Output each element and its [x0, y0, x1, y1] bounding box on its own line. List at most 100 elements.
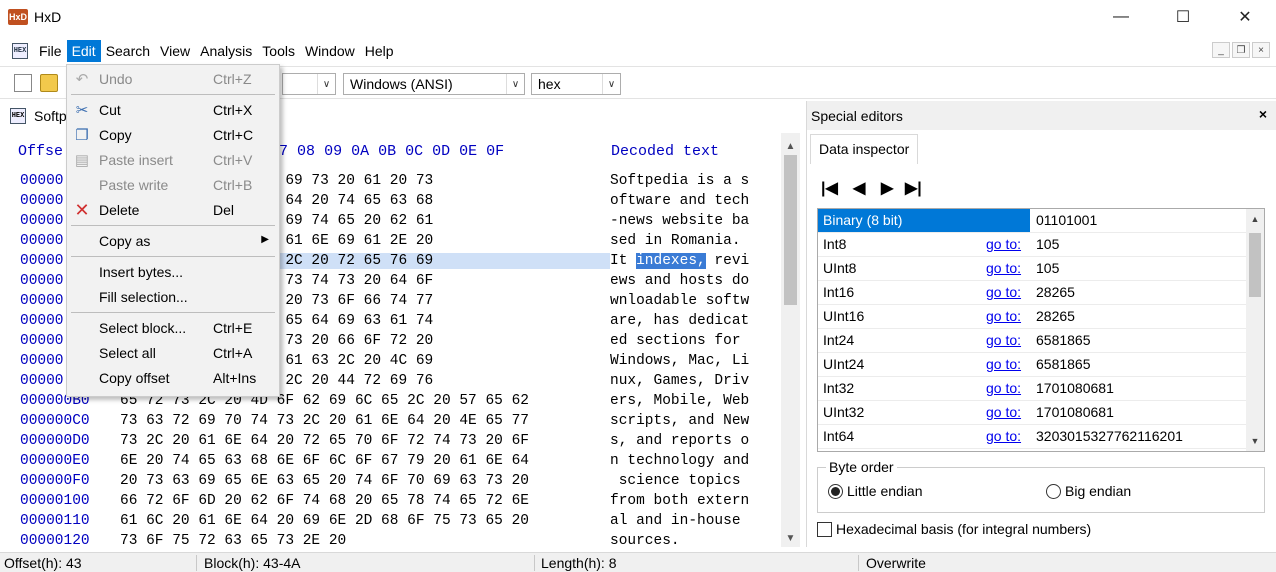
inspector-value[interactable]: 28265 [1036, 308, 1075, 324]
new-file-icon[interactable] [14, 74, 32, 92]
scrollbar-thumb[interactable] [1249, 233, 1261, 297]
row-decoded-text[interactable]: ews and hosts do [610, 273, 749, 289]
document-tab[interactable]: HEX Softp [0, 104, 67, 128]
row-decoded-text[interactable]: n technology and [610, 453, 749, 469]
menu-analysis[interactable]: Analysis [195, 40, 257, 62]
hex-row[interactable]: 000000D0 73 2C 20 61 6E 64 20 72 65 70 6F… [20, 433, 749, 453]
menu-item-cut[interactable]: ✂ Cut Ctrl+X [67, 98, 279, 123]
inspector-value[interactable]: 1701080681 [1036, 380, 1114, 396]
row-decoded-text[interactable]: Windows, Mac, Li [610, 353, 749, 369]
grid-scrollbar[interactable]: ▲ ▼ [1246, 209, 1264, 451]
hex-vertical-scrollbar[interactable]: ▲ ▼ [781, 133, 800, 547]
row-decoded-text[interactable]: science topics [610, 473, 749, 489]
row-bytes[interactable]: 73 63 72 69 70 74 73 2C 20 61 6E 64 20 4… [120, 413, 610, 429]
menu-edit[interactable]: Edit [66, 40, 101, 62]
inspector-value[interactable]: 6581865 [1036, 332, 1091, 348]
menu-item-paste-write[interactable]: Paste write Ctrl+B [67, 173, 279, 198]
offset-base-dropdown[interactable]: hex ∨ [531, 73, 621, 95]
inspector-value[interactable]: 3203015327762116201 [1036, 428, 1183, 444]
hex-row[interactable]: 000000F0 20 73 63 69 65 6E 63 65 20 74 6F… [20, 473, 749, 493]
first-icon[interactable]: |◀ [821, 178, 838, 198]
document-icon[interactable]: HEX [12, 43, 28, 59]
mdi-minimize-button[interactable]: _ [1212, 42, 1230, 58]
menu-item-copy[interactable]: ❐ Copy Ctrl+C [67, 123, 279, 148]
inspector-value[interactable]: 28265 [1036, 284, 1075, 300]
row-decoded-text[interactable]: ers, Mobile, Web [610, 393, 749, 409]
inspector-row[interactable]: Int24 go to: 6581865 [818, 329, 1247, 353]
menu-item-delete[interactable]: ✕ Delete Del [67, 198, 279, 223]
minimize-button[interactable]: — [1090, 0, 1152, 33]
inspector-value[interactable]: 01101001 [1036, 212, 1097, 228]
mdi-restore-button[interactable]: ❐ [1232, 42, 1250, 58]
inspector-row[interactable]: Int8 go to: 105 [818, 233, 1247, 257]
row-decoded-text[interactable]: from both extern [610, 493, 749, 509]
row-decoded-text[interactable]: It indexes, revi [610, 253, 749, 269]
row-decoded-text[interactable]: are, has dedicat [610, 313, 749, 329]
hex-row[interactable]: 000000C0 73 63 72 69 70 74 73 2C 20 61 6E… [20, 413, 749, 433]
menu-item-select-all[interactable]: Select all Ctrl+A [67, 341, 279, 366]
goto-link[interactable]: go to: [986, 236, 1021, 252]
scroll-up-icon[interactable]: ▲ [1246, 211, 1264, 227]
row-bytes[interactable]: 20 73 63 69 65 6E 63 65 20 74 6F 70 69 6… [120, 473, 610, 489]
menu-help[interactable]: Help [360, 40, 399, 62]
menu-window[interactable]: Window [300, 40, 360, 62]
big-endian-radio[interactable]: Big endian [1046, 483, 1131, 499]
inspector-value[interactable]: 6581865 [1036, 356, 1091, 372]
scroll-down-icon[interactable]: ▼ [781, 529, 800, 547]
hex-row[interactable]: 000000E0 6E 20 74 65 63 68 6E 6F 6C 6F 67… [20, 453, 749, 473]
inspector-row[interactable]: UInt16 go to: 28265 [818, 305, 1247, 329]
open-folder-icon[interactable] [40, 74, 58, 92]
last-icon[interactable]: ▶| [905, 178, 922, 198]
scroll-down-icon[interactable]: ▼ [1246, 433, 1264, 449]
bytes-per-row-dropdown[interactable]: ∨ [282, 73, 336, 95]
row-bytes[interactable]: 61 6C 20 61 6E 64 20 69 6E 2D 68 6F 75 7… [120, 513, 610, 529]
inspector-row[interactable]: Int16 go to: 28265 [818, 281, 1247, 305]
tab-data-inspector[interactable]: Data inspector [810, 134, 919, 164]
menu-item-paste-insert[interactable]: ▤ Paste insert Ctrl+V [67, 148, 279, 173]
inspector-value[interactable]: 105 [1036, 260, 1059, 276]
next-icon[interactable]: ▶ [881, 178, 893, 198]
row-decoded-text[interactable]: al and in-house [610, 513, 749, 529]
row-decoded-text[interactable]: nux, Games, Driv [610, 373, 749, 389]
panel-close-button[interactable]: × [1259, 106, 1267, 122]
menu-item-undo[interactable]: ↶ Undo Ctrl+Z [67, 67, 279, 92]
inspector-value[interactable]: 1701080681 [1036, 404, 1114, 420]
row-bytes[interactable]: 73 2C 20 61 6E 64 20 72 65 70 6F 72 74 7… [120, 433, 610, 449]
menu-item-copy-as[interactable]: Copy as ▶ [67, 229, 279, 254]
hex-row[interactable]: 00000120 73 6F 75 72 63 65 73 2E 20 source… [20, 533, 680, 553]
row-bytes[interactable]: 6E 20 74 65 63 68 6E 6F 6C 6F 67 79 20 6… [120, 453, 610, 469]
inspector-row[interactable]: Binary (8 bit) 01101001 [818, 209, 1247, 233]
hex-row[interactable]: 00000110 61 6C 20 61 6E 64 20 69 6E 2D 68… [20, 513, 749, 533]
scroll-up-icon[interactable]: ▲ [781, 137, 800, 155]
mdi-close-button[interactable]: × [1252, 42, 1270, 58]
goto-link[interactable]: go to: [986, 380, 1021, 396]
menu-file[interactable]: File [34, 40, 67, 62]
row-decoded-text[interactable]: sources. [610, 533, 680, 549]
goto-link[interactable]: go to: [986, 356, 1021, 372]
little-endian-radio[interactable]: Little endian [828, 483, 923, 499]
row-decoded-text[interactable]: oftware and tech [610, 193, 749, 209]
menu-item-select-block[interactable]: Select block... Ctrl+E [67, 316, 279, 341]
inspector-row[interactable]: UInt32 go to: 1701080681 [818, 401, 1247, 425]
row-decoded-text[interactable]: sed in Romania. [610, 233, 749, 249]
goto-link[interactable]: go to: [986, 260, 1021, 276]
goto-link[interactable]: go to: [986, 428, 1021, 444]
row-decoded-text[interactable]: ed sections for [610, 333, 749, 349]
menu-item-copy-offset[interactable]: Copy offset Alt+Ins [67, 366, 279, 391]
menu-tools[interactable]: Tools [257, 40, 300, 62]
maximize-button[interactable]: ☐ [1152, 0, 1214, 33]
inspector-value[interactable]: 105 [1036, 236, 1059, 252]
charset-dropdown[interactable]: Windows (ANSI) ∨ [343, 73, 525, 95]
goto-link[interactable]: go to: [986, 308, 1021, 324]
menu-search[interactable]: Search [101, 40, 155, 62]
row-decoded-text[interactable]: Softpedia is a s [610, 173, 749, 189]
row-decoded-text[interactable]: scripts, and New [610, 413, 749, 429]
scrollbar-thumb[interactable] [784, 155, 797, 305]
inspector-row[interactable]: UInt8 go to: 105 [818, 257, 1247, 281]
goto-link[interactable]: go to: [986, 284, 1021, 300]
row-decoded-text[interactable]: -news website ba [610, 213, 749, 229]
menu-item-insert-bytes[interactable]: Insert bytes... [67, 260, 279, 285]
goto-link[interactable]: go to: [986, 404, 1021, 420]
inspector-row[interactable]: Int64 go to: 3203015327762116201 [818, 425, 1247, 449]
row-decoded-text[interactable]: wnloadable softw [610, 293, 749, 309]
